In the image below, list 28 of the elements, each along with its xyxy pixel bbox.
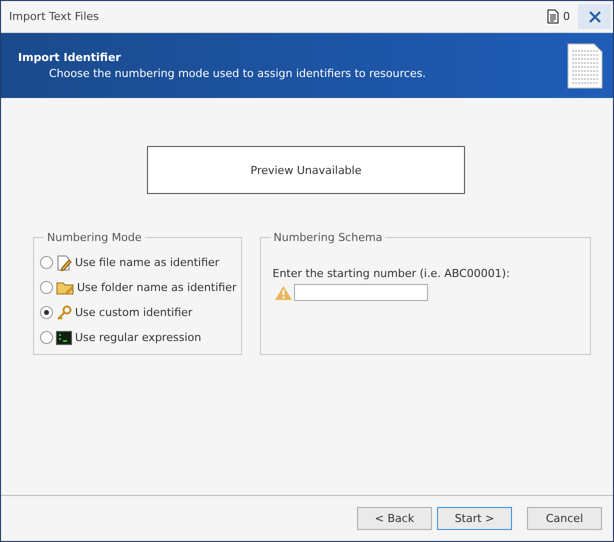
group-title: Numbering Mode xyxy=(46,231,143,244)
document-icon xyxy=(547,9,559,24)
text-document-icon xyxy=(567,42,603,88)
starting-number-field[interactable] xyxy=(294,284,428,301)
group-title: Numbering Schema xyxy=(272,231,384,244)
key-icon xyxy=(56,304,72,320)
window-title: Import Text Files xyxy=(9,10,100,23)
dialog-button[interactable]: Cancel xyxy=(527,507,602,530)
close-icon xyxy=(588,10,600,22)
field-label: Enter the starting number (i.e. ABC00001): xyxy=(272,267,511,280)
document-count: 0 xyxy=(563,10,570,23)
radio-button[interactable] xyxy=(40,331,53,344)
dialog-button[interactable]: < Back xyxy=(357,507,432,530)
preview-text: Preview Unavailable xyxy=(250,164,362,176)
terminal-icon xyxy=(56,330,72,344)
pencil-document-icon xyxy=(56,254,72,270)
radio-button[interactable] xyxy=(40,281,53,294)
page-subtitle: Choose the numbering mode used to assign identifiers to resources. xyxy=(48,67,427,80)
dialog-button[interactable]: Start > xyxy=(437,507,512,530)
folder-icon xyxy=(56,280,74,296)
option-label[interactable]: Use custom identifier xyxy=(75,306,192,319)
radio-button[interactable] xyxy=(40,306,53,319)
page-title: Import Identifier xyxy=(18,51,122,64)
option-label[interactable]: Use regular expression xyxy=(75,331,202,344)
option-label[interactable]: Use folder name as identifier xyxy=(77,281,236,294)
option-label[interactable]: Use file name as identifier xyxy=(75,256,220,269)
close-button[interactable] xyxy=(578,4,611,29)
radio-button[interactable] xyxy=(40,256,53,269)
